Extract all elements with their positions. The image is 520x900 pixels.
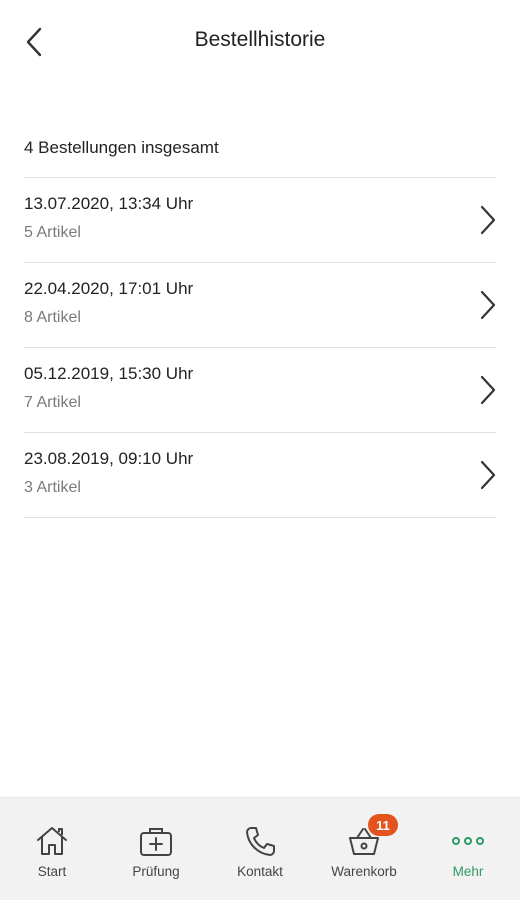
tab-label: Warenkorb: [331, 864, 397, 879]
more-dots-icon: [450, 824, 486, 858]
tab-label: Prüfung: [132, 864, 180, 879]
order-row[interactable]: 23.08.2019, 09:10 Uhr 3 Artikel: [24, 433, 496, 518]
order-row[interactable]: 22.04.2020, 17:01 Uhr 8 Artikel: [24, 263, 496, 348]
order-list: 13.07.2020, 13:34 Uhr 5 Artikel 22.04.20…: [24, 178, 520, 518]
order-date: 23.08.2019, 09:10 Uhr: [24, 449, 194, 468]
page-title: Bestellhistorie: [194, 28, 326, 51]
orders-summary: 4 Bestellungen insgesamt: [24, 138, 219, 157]
order-item-count: 8 Artikel: [24, 309, 81, 326]
order-date: 13.07.2020, 13:34 Uhr: [24, 194, 194, 213]
basket-icon: 11: [346, 814, 398, 858]
tab-start[interactable]: Start: [0, 798, 104, 900]
chevron-right-icon: [480, 290, 496, 320]
order-item-count: 3 Artikel: [24, 479, 81, 496]
tab-label: Start: [37, 864, 67, 879]
tab-label: Kontakt: [237, 864, 283, 879]
order-date: 05.12.2019, 15:30 Uhr: [24, 364, 194, 383]
home-icon: [34, 824, 70, 858]
phone-icon: [242, 824, 278, 858]
chevron-right-icon: [480, 375, 496, 405]
bottom-tab-bar: Start Prüfung Kontakt 11 Warenkorb Mehr: [0, 797, 520, 900]
tab-kontakt[interactable]: Kontakt: [208, 798, 312, 900]
order-row[interactable]: 13.07.2020, 13:34 Uhr 5 Artikel: [24, 178, 496, 263]
order-row[interactable]: 05.12.2019, 15:30 Uhr 7 Artikel: [24, 348, 496, 433]
order-date: 22.04.2020, 17:01 Uhr: [24, 279, 194, 298]
tab-label: Mehr: [452, 864, 484, 879]
header: Bestellhistorie: [0, 0, 520, 84]
cart-count-badge: 11: [368, 814, 398, 836]
tab-pruefung[interactable]: Prüfung: [104, 798, 208, 900]
order-item-count: 5 Artikel: [24, 224, 81, 241]
tab-warenkorb[interactable]: 11 Warenkorb: [312, 798, 416, 900]
medical-bag-icon: [138, 824, 174, 858]
tab-mehr[interactable]: Mehr: [416, 798, 520, 900]
chevron-right-icon: [480, 205, 496, 235]
chevron-right-icon: [480, 460, 496, 490]
order-item-count: 7 Artikel: [24, 394, 81, 411]
